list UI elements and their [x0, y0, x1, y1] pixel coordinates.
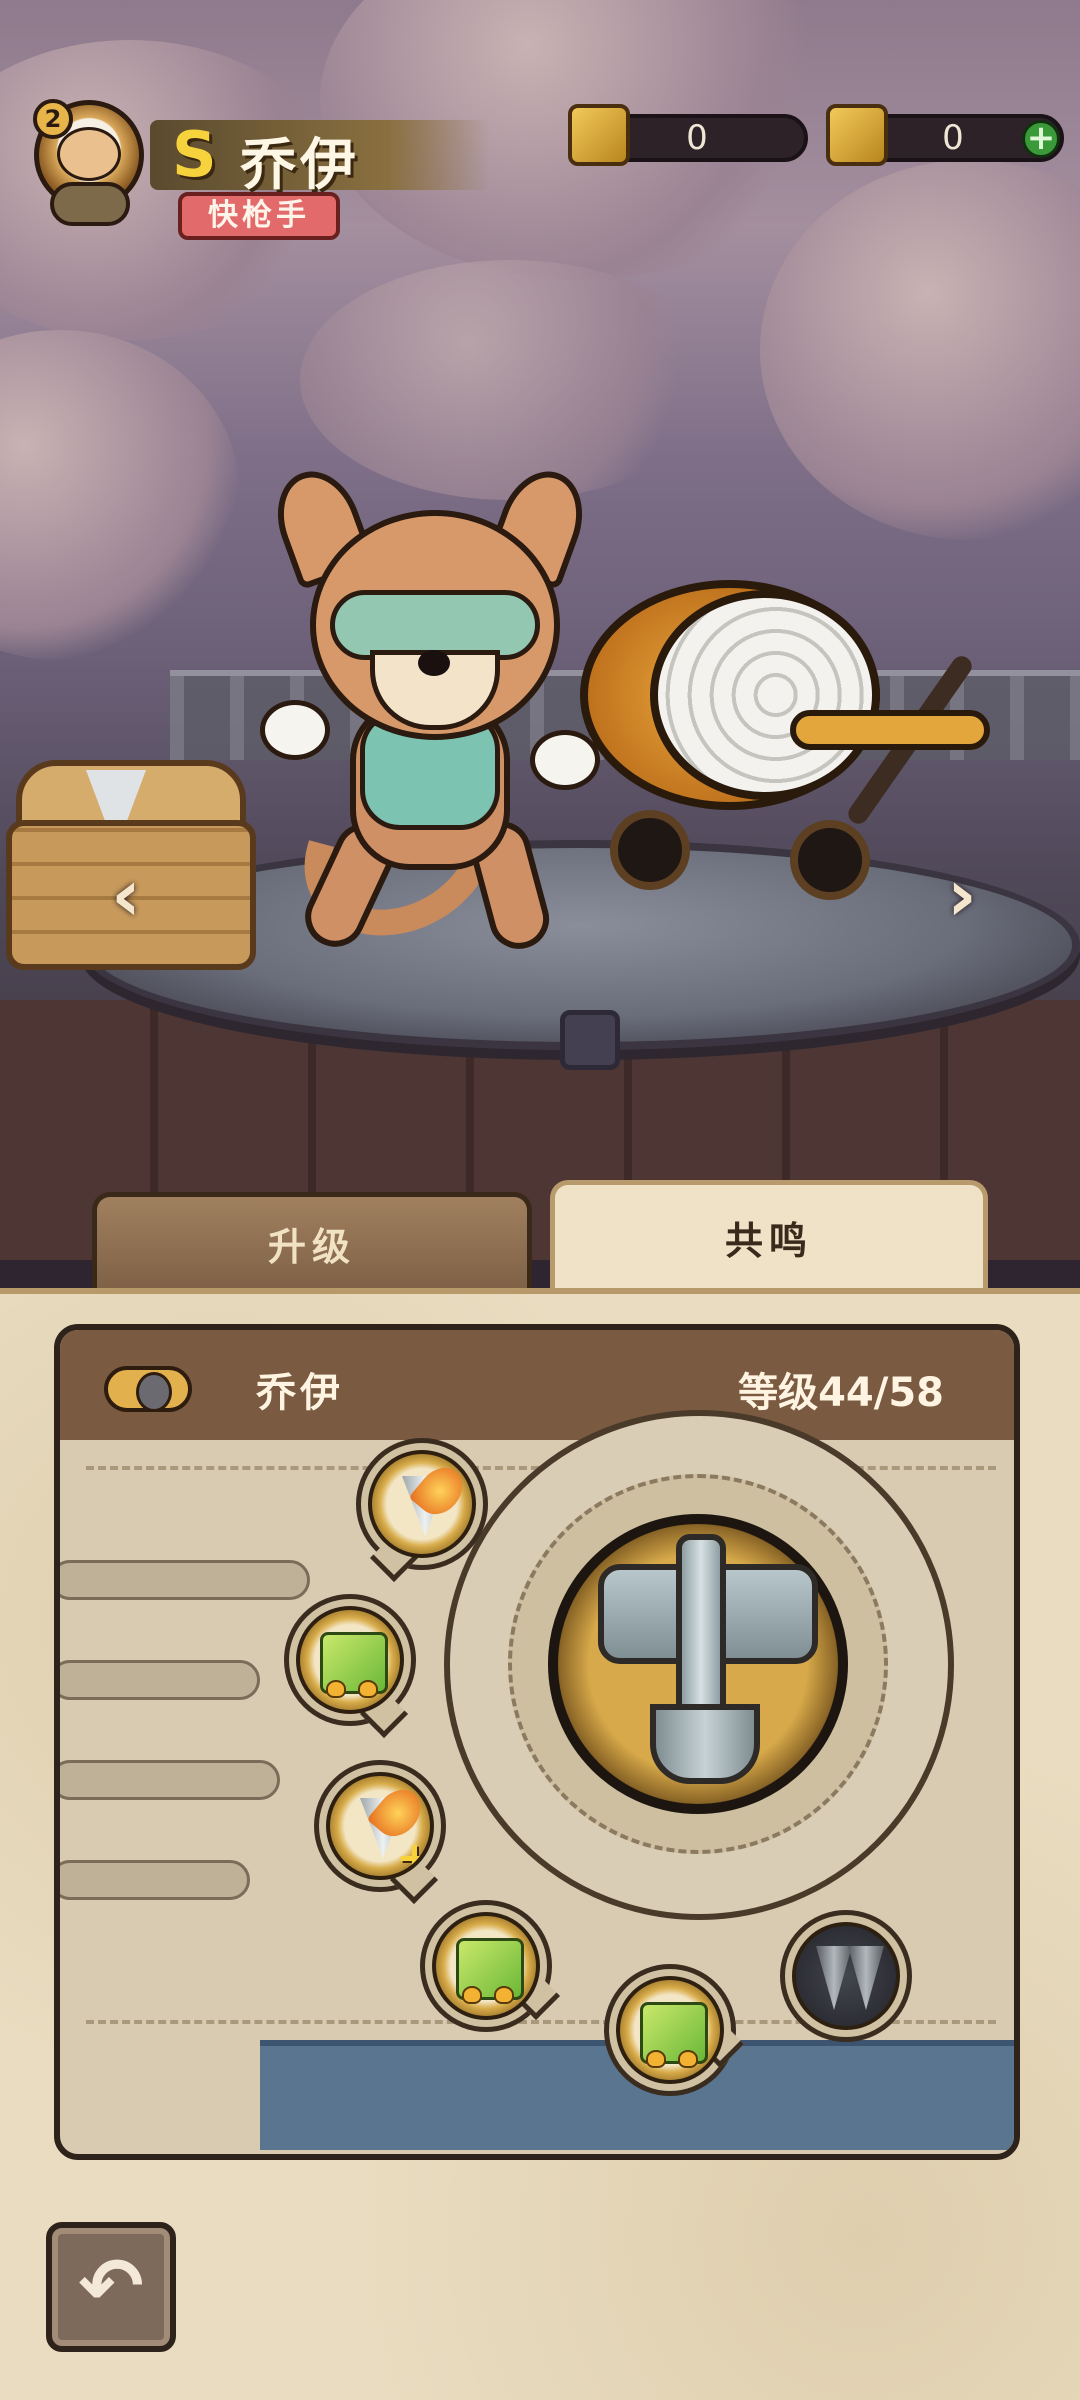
- cloud: [300, 260, 720, 500]
- leather-strap: [60, 1660, 260, 1700]
- resonance-slot-2[interactable]: [284, 1594, 416, 1739]
- tab-upgrade[interactable]: 升级: [92, 1192, 532, 1292]
- biplane: [580, 560, 990, 920]
- green-card-hearts-icon: [616, 1976, 724, 2084]
- tab-resonance[interactable]: 共鸣: [550, 1180, 988, 1292]
- winged-emblem-icon: [50, 182, 130, 226]
- grade-label: S: [172, 118, 217, 191]
- drill-icon: [848, 1946, 884, 2010]
- resonance-slot-1[interactable]: [356, 1438, 488, 1583]
- leather-strap: [60, 1760, 280, 1800]
- resonance-card-header: 乔伊 等级44/58: [60, 1330, 1014, 1440]
- leather-strap: [60, 1860, 250, 1900]
- avatar-level-badge: 2: [33, 99, 73, 139]
- platform-knob: [560, 1010, 620, 1070]
- heart-icon: [462, 1986, 482, 2004]
- plane-wheel: [610, 810, 690, 890]
- drill-icon: [816, 1946, 852, 2010]
- prev-hero-arrow[interactable]: ‹: [98, 850, 154, 940]
- ticket-coin-icon: [568, 104, 630, 166]
- level-value: 44/58: [818, 1370, 944, 1416]
- plane-wheel: [790, 820, 870, 900]
- twin-drills-locked-icon: [792, 1922, 900, 2030]
- hero-class-badge: 快枪手: [178, 192, 340, 240]
- winged-emblem-icon: [104, 1366, 192, 1412]
- green-card-hearts-icon: [432, 1912, 540, 2020]
- heart-icon: [678, 2050, 698, 2068]
- key-base: [650, 1704, 760, 1784]
- resonance-hero-name: 乔伊: [256, 1370, 344, 1416]
- hero-glove: [260, 700, 330, 760]
- level-label: 等级: [738, 1370, 819, 1416]
- resonance-slot-6-locked[interactable]: [780, 1910, 912, 2042]
- add-currency-button[interactable]: +: [1022, 120, 1060, 158]
- heart-icon: [646, 2050, 666, 2068]
- hero-glove: [530, 730, 600, 790]
- back-button[interactable]: ↶: [46, 2222, 176, 2352]
- leather-strap: [60, 1560, 310, 1600]
- machine-core: [548, 1514, 848, 1814]
- hero-character: [240, 459, 620, 970]
- hero-name: 乔伊: [240, 133, 360, 198]
- heart-icon: [358, 1680, 378, 1698]
- hero-nose: [418, 650, 450, 676]
- next-hero-arrow[interactable]: ›: [934, 850, 990, 940]
- gold-coin-icon: [826, 104, 888, 166]
- plane-wing: [790, 710, 990, 750]
- heart-icon: [326, 1680, 346, 1698]
- flaming-drill-icon: [368, 1450, 476, 1558]
- plus-icon: +: [396, 1832, 433, 1880]
- resonance-machine: [444, 1410, 954, 1920]
- green-card-hearts-icon: [296, 1606, 404, 1714]
- resonance-level: 等级44/58: [738, 1360, 944, 1418]
- resonance-slot-5[interactable]: [604, 1964, 745, 2096]
- flaming-drill-plus-icon: +: [326, 1772, 434, 1880]
- resonance-slot-4[interactable]: [420, 1900, 561, 2032]
- back-arrow-icon: ↶: [78, 2242, 144, 2332]
- plane-nose-spiral: [650, 590, 880, 800]
- heart-icon: [494, 1986, 514, 2004]
- game-screen: ‹ › 2 S 乔伊 快枪手 0 0 + 升级 共鸣 乔伊 等级44/58 + …: [0, 0, 1080, 2400]
- avatar-portrait: [57, 127, 121, 181]
- resonance-slot-3[interactable]: +: [314, 1760, 446, 1905]
